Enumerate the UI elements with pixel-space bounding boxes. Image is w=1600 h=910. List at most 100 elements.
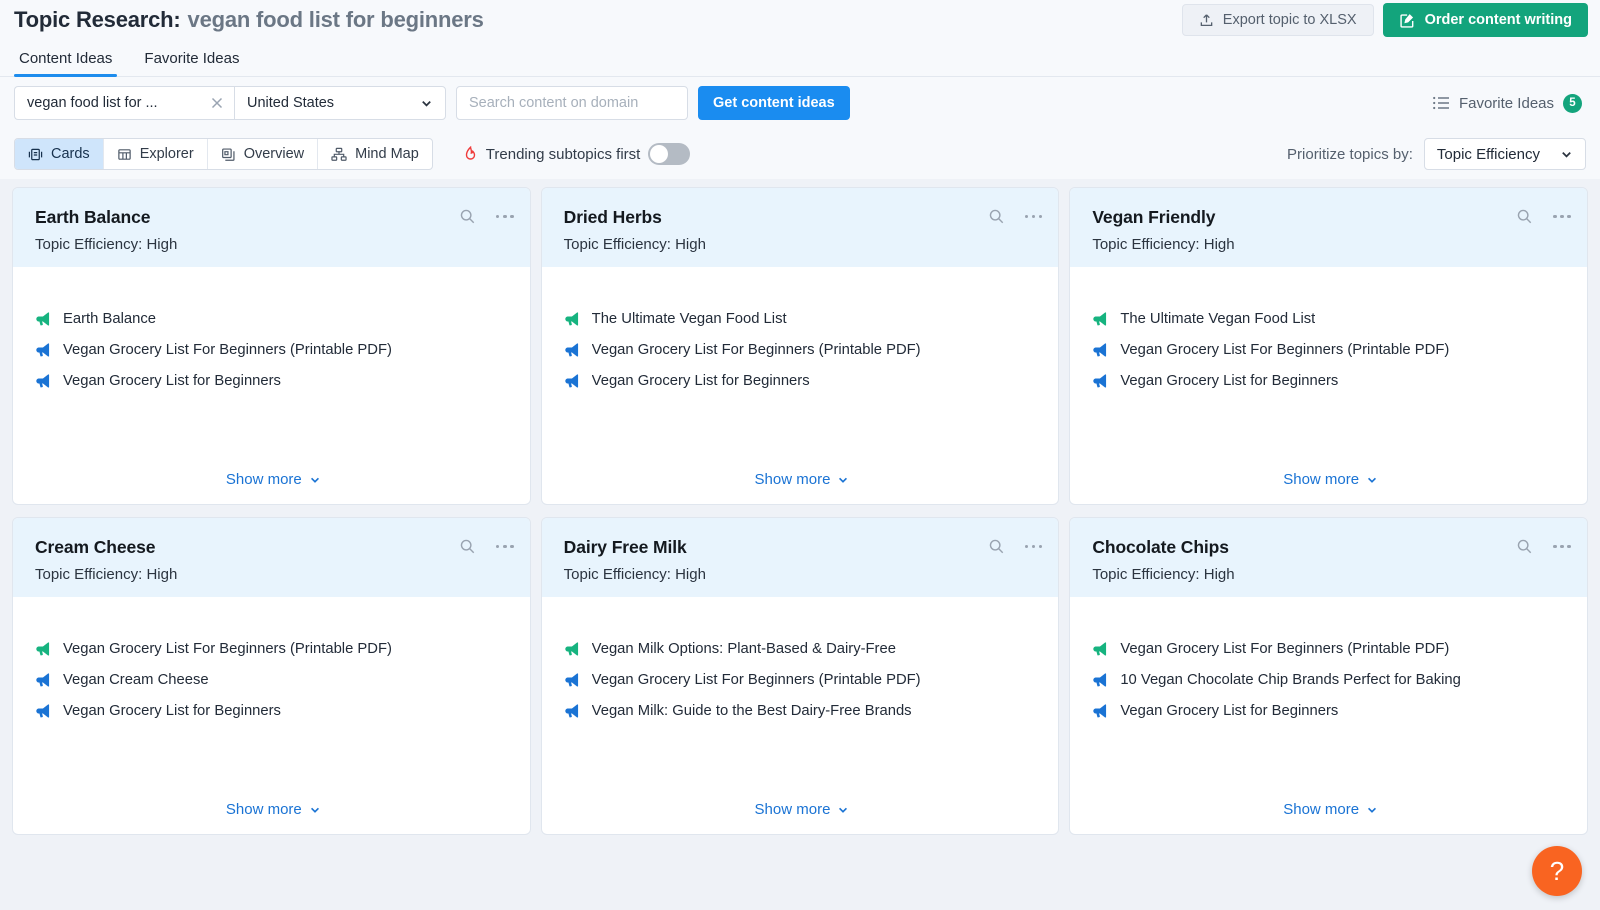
show-more-label: Show more [225, 471, 302, 488]
megaphone-icon [1092, 373, 1109, 389]
content-idea-item[interactable]: Vegan Grocery List For Beginners (Printa… [35, 641, 512, 657]
megaphone-icon [1092, 703, 1109, 719]
megaphone-icon [564, 373, 581, 389]
favorite-ideas-button[interactable]: Favorite Ideas 5 [1433, 93, 1586, 113]
export-topic-label: Export topic to XLSX [1222, 12, 1357, 28]
keyword-value: vegan food list for ... [27, 95, 158, 111]
topic-card: Vegan Friendly Topic Efficiency: High The … [1069, 187, 1588, 505]
content-idea-item[interactable]: The Ultimate Vegan Food List [1092, 311, 1569, 327]
search-icon[interactable] [988, 538, 1005, 555]
list-icon [1433, 96, 1450, 110]
tab-content-ideas[interactable]: Content Ideas [14, 50, 118, 77]
more-options-icon[interactable] [495, 214, 514, 219]
megaphone-icon [35, 672, 52, 688]
content-idea-item[interactable]: The Ultimate Vegan Food List [564, 311, 1041, 327]
flame-icon [463, 145, 478, 163]
more-options-icon[interactable] [1024, 544, 1043, 549]
trending-subtopics-label: Trending subtopics first [485, 145, 641, 163]
content-idea-item[interactable]: Vegan Grocery List for Beginners [35, 373, 512, 389]
view-mode-explorer[interactable]: Explorer [104, 139, 208, 169]
content-idea-label: Earth Balance [63, 311, 156, 327]
content-idea-item[interactable]: Vegan Grocery List for Beginners [564, 373, 1041, 389]
topic-card-body: Vegan Grocery List For Beginners (Printa… [13, 597, 530, 834]
content-idea-item[interactable]: Vegan Grocery List for Beginners [1092, 703, 1569, 719]
keyword-input[interactable]: vegan food list for ... [14, 86, 234, 120]
view-mode-mind-map[interactable]: Mind Map [318, 139, 432, 169]
mindmap-icon [331, 147, 347, 162]
topic-card-body: The Ultimate Vegan Food List Vegan Grocer… [542, 267, 1059, 504]
view-mode-overview[interactable]: Overview [208, 139, 319, 169]
tab-favorite-ideas-label: Favorite Ideas [144, 50, 240, 67]
order-content-writing-label: Order content writing [1424, 12, 1572, 28]
domain-search-input[interactable] [456, 86, 688, 120]
content-idea-label: Vegan Grocery List For Beginners (Printa… [1120, 342, 1450, 358]
content-idea-item[interactable]: Vegan Grocery List For Beginners (Printa… [1092, 641, 1569, 657]
content-idea-item[interactable]: Vegan Grocery List for Beginners [35, 703, 512, 719]
topic-card-header: Earth Balance Topic Efficiency: High [13, 188, 530, 267]
search-icon[interactable] [988, 208, 1005, 225]
show-more-button[interactable]: Show more [1092, 801, 1569, 834]
topic-card-actions [988, 208, 1043, 225]
search-icon[interactable] [1516, 538, 1533, 555]
megaphone-icon [564, 311, 581, 327]
prioritize-select[interactable]: Topic Efficiency [1423, 138, 1586, 170]
content-idea-item[interactable]: Earth Balance [35, 311, 512, 327]
topic-cards-grid: Earth Balance Topic Efficiency: High Earth… [0, 179, 1600, 835]
more-options-icon[interactable] [1553, 544, 1571, 549]
content-idea-item[interactable]: Vegan Grocery List For Beginners (Printa… [564, 342, 1041, 358]
view-mode-cards-label: Cards [51, 146, 90, 162]
content-idea-label: Vegan Grocery List For Beginners (Printa… [1120, 641, 1450, 657]
order-content-writing-button[interactable]: Order content writing [1382, 3, 1588, 37]
content-idea-item[interactable]: Vegan Grocery List For Beginners (Printa… [564, 672, 1041, 688]
topic-card-body: Vegan Milk Options: Plant-Based & Dairy-… [542, 597, 1059, 834]
content-idea-label: Vegan Grocery List for Beginners [591, 373, 810, 389]
search-icon[interactable] [459, 538, 476, 555]
prioritize-value: Topic Efficiency [1436, 145, 1540, 163]
content-idea-item[interactable]: Vegan Milk: Guide to the Best Dairy-Free… [564, 703, 1041, 719]
content-idea-item[interactable]: Vegan Cream Cheese [35, 672, 512, 688]
get-content-ideas-button[interactable]: Get content ideas [698, 86, 850, 120]
trending-subtopics-toggle[interactable] [648, 143, 691, 165]
content-idea-label: Vegan Grocery List for Beginners [63, 373, 281, 389]
show-more-button[interactable]: Show more [564, 471, 1041, 504]
show-more-button[interactable]: Show more [35, 471, 512, 504]
megaphone-icon [564, 342, 581, 358]
megaphone-icon [564, 641, 581, 657]
chevron-down-icon [420, 97, 433, 110]
content-idea-item[interactable]: Vegan Milk Options: Plant-Based & Dairy-… [564, 641, 1041, 657]
help-button[interactable]: ? [1532, 846, 1582, 896]
content-idea-item[interactable]: Vegan Grocery List For Beginners (Printa… [1092, 342, 1569, 358]
tab-favorite-ideas[interactable]: Favorite Ideas [139, 50, 244, 76]
topic-card-efficiency: Topic Efficiency: High [1092, 566, 1235, 583]
megaphone-icon [35, 373, 52, 389]
content-idea-item[interactable]: Vegan Grocery List for Beginners [1092, 373, 1569, 389]
content-idea-label: Vegan Grocery List For Beginners (Printa… [591, 672, 921, 688]
show-more-button[interactable]: Show more [1092, 471, 1569, 504]
content-idea-item[interactable]: 10 Vegan Chocolate Chip Brands Perfect f… [1092, 672, 1569, 688]
view-mode-cards[interactable]: Cards [15, 139, 104, 169]
country-select[interactable]: United States [234, 86, 446, 120]
topic-card-header: Dried Herbs Topic Efficiency: High [541, 188, 1059, 267]
export-topic-button[interactable]: Export topic to XLSX [1181, 4, 1374, 36]
topic-card-title: Vegan Friendly [1092, 207, 1216, 227]
content-idea-item[interactable]: Vegan Grocery List For Beginners (Printa… [35, 342, 512, 358]
megaphone-icon [564, 672, 581, 688]
clear-keyword-icon[interactable] [206, 92, 228, 114]
domain-search-field[interactable] [469, 95, 675, 111]
show-more-button[interactable]: Show more [564, 801, 1041, 834]
more-options-icon[interactable] [1024, 214, 1043, 219]
megaphone-icon [35, 311, 52, 327]
search-icon[interactable] [1516, 208, 1533, 225]
show-more-label: Show more [1283, 801, 1360, 818]
chevron-down-icon [837, 474, 849, 486]
topic-card-actions [459, 538, 514, 555]
topic-card-body: Earth Balance Vegan Grocery List For Begi… [13, 267, 530, 504]
more-options-icon[interactable] [495, 544, 514, 549]
show-more-button[interactable]: Show more [35, 801, 512, 834]
topic-card-actions [459, 208, 514, 225]
trending-subtopics-control: Trending subtopics first [463, 143, 691, 165]
country-value: United States [247, 95, 335, 111]
view-mode-switcher: Cards Explorer Overview Mind Map [14, 138, 433, 170]
more-options-icon[interactable] [1553, 214, 1571, 219]
search-icon[interactable] [459, 208, 476, 225]
